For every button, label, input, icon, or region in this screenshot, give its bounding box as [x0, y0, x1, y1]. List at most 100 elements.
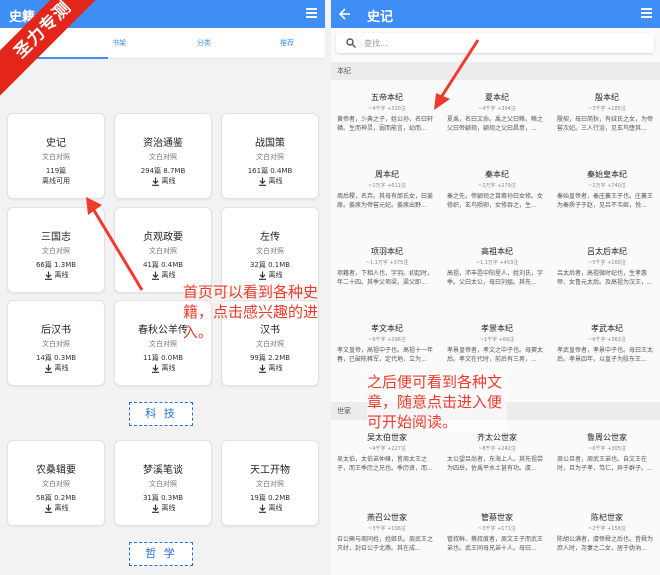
download-label: 离线	[268, 177, 283, 185]
chapter-entry[interactable]: 孝武本纪 ~6千字 +363注 孝武皇帝者，孝景中子也。母曰王太后。孝景四年，以皇子…	[557, 323, 657, 395]
chapter-excerpt: 黄帝者，少典之子，姓公孙，名曰轩辕。生而神灵，弱而能言，幼而...	[337, 116, 434, 132]
download-icon	[258, 271, 266, 280]
tab-recommend[interactable]: 推荐	[280, 38, 294, 48]
menu-icon[interactable]	[641, 8, 652, 19]
search-input[interactable]: 查找...	[336, 33, 654, 53]
chapter-title: 殷本纪	[595, 93, 619, 102]
chapter-excerpt: 秦之先，帝颛顼之苗裔孙曰女修。女修织，玄鸟陨卵，女修吞之，生...	[447, 193, 544, 209]
download-icon	[44, 271, 52, 280]
book-subtitle: 文白对照	[149, 153, 177, 161]
download-status[interactable]: 离线	[222, 503, 318, 513]
download-status[interactable]: 离线	[115, 363, 211, 373]
home-screen: 史籍 书架 分类 推荐 史记 文白对照 119篇 离线可用 资治通鉴 文白对照 294篇 8…	[0, 0, 325, 575]
chapter-entry[interactable]: 齐太公世家 ~8千字 +242注 太公望吕尚者，东海上人。其先祖尝为四岳，佐禹平水土…	[447, 432, 547, 504]
tab-bookshelf[interactable]: 书架	[112, 38, 126, 48]
chapter-entry[interactable]: 管蔡世家 ~3千字 +171注 管叔鲜、蔡叔度者，周文王子而武王弟也。武王同母兄弟十…	[447, 512, 547, 575]
book-size: 161篇 0.4MB	[247, 167, 293, 175]
download-status[interactable]: 离线	[222, 270, 318, 280]
book-card[interactable]: 资治通鉴 文白对照 294篇 8.7MB 离线	[114, 113, 212, 199]
download-icon	[258, 177, 266, 186]
chapter-excerpt: 秦始皇帝者，秦庄襄王子也。庄襄王为秦质子于赵，见吕不韦姬，悦...	[557, 193, 654, 209]
download-status[interactable]: 离线	[8, 503, 104, 513]
download-label: 离线	[268, 271, 283, 279]
download-label: 离线	[54, 364, 69, 372]
book-card[interactable]: 左传 文白对照 32篇 0.1MB 离线	[221, 207, 319, 293]
download-status[interactable]: 离线	[222, 363, 318, 373]
chapter-entry[interactable]: 燕召公世家 ~3千字 +106注 召公奭与周同姓，姓姬氏。周武王之灭纣，封召公于北燕…	[337, 512, 437, 575]
download-label: 离线	[161, 271, 176, 279]
download-icon	[258, 364, 266, 373]
download-status[interactable]: 离线可用	[8, 176, 104, 186]
download-icon	[151, 504, 159, 513]
chapter-title: 秦本纪	[485, 170, 509, 179]
chapter-title: 孝景本纪	[481, 324, 513, 333]
tab-category[interactable]: 分类	[197, 38, 211, 48]
book-card[interactable]: 后汉书 文白对照 14篇 0.3MB 离线	[7, 300, 105, 386]
book-card[interactable]: 战国策 文白对照 161篇 0.4MB 离线	[221, 113, 319, 199]
book-title: 史记	[367, 10, 394, 25]
book-subtitle: 文白对照	[256, 247, 284, 255]
chapter-meta: ~1万字 +611注	[368, 183, 406, 189]
book-screen: 史记 查找... 本纪 五帝本纪 ~4千字 +320注 黄帝者，少典之子，姓公孙，名…	[331, 0, 660, 575]
chapter-excerpt: 高祖，沛丰邑中阳里人，姓刘氏，字季。父曰太公，母曰刘媪。其先...	[447, 270, 544, 286]
search-placeholder: 查找...	[364, 39, 388, 48]
download-status[interactable]: 离线	[222, 176, 318, 186]
chapter-entry[interactable]: 高祖本纪 ~1.1万字 +453注 高祖，沛丰邑中阳里人，姓刘氏，字季。父曰太公，母…	[447, 246, 547, 318]
chapter-excerpt: 陈胡公满者，虞帝舜之后也。昔舜为庶人时，尧妻之二女，居于妫汭...	[557, 536, 654, 552]
download-label: 离线	[54, 504, 69, 512]
chapter-meta: ~3千字 +185注	[588, 106, 626, 112]
chapter-meta: ~2千字 +158注	[588, 526, 626, 532]
chapter-excerpt: 太公望吕尚者，东海上人。其先祖尝为四岳，佐禹平水土甚有功。虞...	[447, 456, 544, 472]
chapter-meta: ~3千字 +106注	[368, 526, 406, 532]
annotation-text-right: 之后便可看到各种文章，随意点击进入便可开始阅读。	[367, 372, 507, 432]
download-status[interactable]: 离线	[115, 176, 211, 186]
download-icon	[151, 271, 159, 280]
download-label: 离线	[161, 364, 176, 372]
chapter-excerpt: 周公旦者，周武王弟也。自文王在时，旦为子孝，笃仁，异于群子。...	[557, 456, 653, 472]
chapter-excerpt: 吕太后者，高祖微时妃也，生孝惠帝、女鲁元太后。及高祖为汉王，...	[557, 270, 653, 286]
chapter-excerpt: 管叔鲜、蔡叔度者，周文王子而武王弟也。武王同母兄弟十人。母曰...	[447, 536, 544, 552]
chapter-entry[interactable]: 吕太后本纪 ~5千字 +160注 吕太后者，高祖微时妃也，生孝惠帝、女鲁元太后。及高…	[557, 246, 657, 318]
chapter-title: 周本纪	[375, 170, 399, 179]
book-subtitle: 文白对照	[256, 153, 284, 161]
chapter-entry[interactable]: 周本纪 ~1万字 +611注 周后稷，名弃。其母有邰氏女，曰姜原。姜原为帝喾元妃。姜…	[337, 169, 437, 241]
download-status[interactable]: 离线	[8, 363, 104, 373]
chapter-entry[interactable]: 吴太伯世家 ~4千字 +227注 吴太伯，太伯弟仲雍，皆周太王之子，而王季历之兄也。…	[337, 432, 437, 504]
chapter-entry[interactable]: 秦始皇本纪 ~2万字 +740注 秦始皇帝者，秦庄襄王子也。庄襄王为秦质子于赵，见吕…	[557, 169, 657, 241]
chapter-title: 吴太伯世家	[367, 433, 407, 442]
book-size: 58篇 0.2MB	[35, 494, 77, 502]
chapter-title: 秦始皇本纪	[587, 170, 627, 179]
chapter-entry[interactable]: 陈杞世家 ~2千字 +158注 陈胡公满者，虞帝舜之后也。昔舜为庶人时，尧妻之二女，…	[557, 512, 657, 575]
chapter-excerpt: 殷契，母曰简狄，有娀氏之女，为帝喾次妃。三人行浴，见玄鸟堕其...	[557, 116, 654, 132]
chapter-meta: ~5千字 +160注	[588, 260, 626, 266]
chapter-excerpt: 吴太伯，太伯弟仲雍，皆周太王之子，而王季历之兄也。季历贤，而...	[337, 456, 433, 472]
chapter-entry[interactable]: 五帝本纪 ~4千字 +320注 黄帝者，少典之子，姓公孙，名曰轩辕。生而神灵，弱而能…	[337, 92, 437, 164]
book-title: 资治通鉴	[143, 138, 183, 149]
chapter-excerpt: 孝景皇帝者，孝文之中子也。母窦太后。孝文在代时，前后有三男，...	[447, 347, 544, 363]
chapter-entry[interactable]: 鲁周公世家 ~6千字 +305注 周公旦者，周武王弟也。自文王在时，旦为子孝，笃仁，…	[557, 432, 657, 504]
chapter-meta: ~1.1万字 +375注	[365, 260, 409, 266]
book-size: 32篇 0.1MB	[249, 261, 291, 269]
chapter-entry[interactable]: 秦本纪 ~1万字 +279注 秦之先，帝颛顼之苗裔孙曰女修。女修织，玄鸟陨卵，女修吞…	[447, 169, 547, 241]
book-card[interactable]: 天工开物 文白对照 19篇 0.2MB 离线	[221, 440, 319, 526]
download-status[interactable]: 离线	[115, 503, 211, 513]
chapter-title: 管蔡世家	[481, 513, 513, 522]
chapter-title: 项羽本纪	[371, 247, 403, 256]
chapter-entry[interactable]: 殷本纪 ~3千字 +185注殷契，母曰简狄，有娀氏之女，为帝喾次妃。三人行浴，见玄…	[557, 92, 657, 164]
chapter-excerpt: 夏禹，名曰文命。禹之父曰鲧，鲧之父曰帝颛顼，颛顼之父曰昌意，...	[447, 116, 544, 132]
book-card[interactable]: 梦溪笔谈 文白对照 31篇 0.3MB 离线	[114, 440, 212, 526]
book-title: 史记	[46, 138, 66, 149]
book-card[interactable]: 农桑辑要 文白对照 58篇 0.2MB 离线	[7, 440, 105, 526]
chapter-entry[interactable]: 项羽本纪 ~1.1万字 +375注 项籍者，下相人也，字羽。初起时，年二十四。其季父…	[337, 246, 437, 318]
book-card[interactable]: 史记 文白对照 119篇 离线可用	[7, 113, 105, 199]
back-arrow-icon[interactable]	[339, 8, 351, 20]
annotation-arrow-right	[434, 39, 480, 110]
download-icon	[151, 364, 159, 373]
book-subtitle: 文白对照	[42, 340, 70, 348]
chapter-title: 鲁周公世家	[587, 433, 627, 442]
search-icon	[346, 38, 356, 48]
download-label: 离线	[268, 504, 283, 512]
book-subtitle: 文白对照	[256, 480, 284, 488]
menu-icon[interactable]	[306, 8, 317, 19]
book-title: 梦溪笔谈	[143, 465, 183, 476]
